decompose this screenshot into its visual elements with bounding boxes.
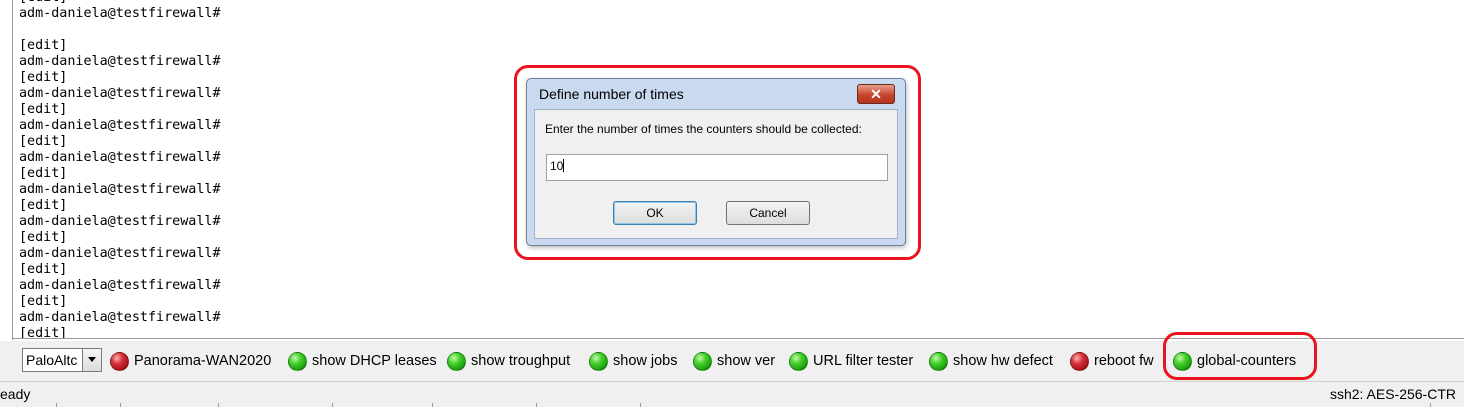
terminal-line: adm-daniela@testfirewall#: [19, 182, 221, 197]
terminal-line: adm-daniela@testfirewall#: [19, 246, 221, 261]
status-bar-separators: [0, 403, 1464, 407]
chevron-down-icon[interactable]: [82, 349, 101, 371]
button-show-dhcp-leases[interactable]: show DHCP leases: [288, 350, 437, 372]
terminal-line: adm-daniela@testfirewall#: [19, 86, 221, 101]
button-panorama-wan2020[interactable]: Panorama-WAN2020: [110, 350, 271, 372]
terminal-line: [edit]: [19, 262, 68, 277]
terminal-line: [edit]: [19, 230, 68, 245]
status-led-icon: [110, 351, 129, 371]
terminal-line: [edit]: [19, 198, 68, 213]
status-led-icon: [1070, 351, 1089, 371]
session-group-value: PaloAltc: [26, 352, 78, 368]
button-label: show jobs: [613, 353, 678, 369]
terminal-line: adm-daniela@testfirewall#: [19, 278, 221, 293]
status-led-icon: [447, 351, 466, 371]
terminal-line: [edit]: [19, 38, 68, 53]
button-label: show hw defect: [953, 353, 1053, 369]
terminal-line: [edit]: [19, 70, 68, 85]
button-reboot-fw[interactable]: reboot fw: [1070, 350, 1154, 372]
status-led-icon: [693, 351, 712, 371]
status-led-icon: [288, 351, 307, 371]
button-label: Panorama-WAN2020: [134, 353, 272, 369]
button-label: show troughput: [471, 353, 571, 369]
button-label: URL filter tester: [813, 353, 914, 369]
status-bar: eady ssh2: AES-256-CTR: [0, 381, 1464, 407]
terminal-line: [edit]: [19, 294, 68, 309]
terminal-line: [edit]: [19, 166, 68, 181]
terminal-line: adm-daniela@testfirewall#: [19, 214, 221, 229]
terminal-line: adm-daniela@testfirewall#: [19, 118, 221, 133]
button-show-troughput[interactable]: show troughput: [447, 350, 570, 372]
status-led-icon: [929, 351, 948, 371]
terminal-line: adm-daniela@testfirewall#: [19, 310, 221, 325]
encryption-status: ssh2: AES-256-CTR: [1329, 386, 1456, 402]
status-text: eady: [0, 386, 31, 402]
terminal-line: adm-daniela@testfirewall#: [19, 6, 221, 21]
session-group-select[interactable]: PaloAltc: [22, 348, 102, 372]
terminal-line: [edit]: [19, 134, 68, 149]
button-label: show DHCP leases: [312, 353, 437, 369]
button-show-hw-defect[interactable]: show hw defect: [929, 350, 1053, 372]
terminal-line: adm-daniela@testfirewall#: [19, 54, 221, 69]
button-show-jobs[interactable]: show jobs: [589, 350, 677, 372]
status-led-icon: [589, 351, 608, 371]
annotation-outline-global-counters: [1163, 332, 1317, 380]
button-show-ver[interactable]: show ver: [693, 350, 775, 372]
terminal-line: [edit]: [19, 102, 68, 117]
annotation-outline-dialog: [514, 65, 921, 260]
terminal-output: [edit]adm-daniela@testfirewall# [edit]ad…: [19, 0, 221, 340]
button-url-filter-tester[interactable]: URL filter tester: [789, 350, 913, 372]
terminal-left-border: [12, 0, 13, 340]
status-led-icon: [789, 351, 808, 371]
button-label: show ver: [717, 353, 776, 369]
button-label: reboot fw: [1094, 353, 1154, 369]
terminal-line: adm-daniela@testfirewall#: [19, 150, 221, 165]
